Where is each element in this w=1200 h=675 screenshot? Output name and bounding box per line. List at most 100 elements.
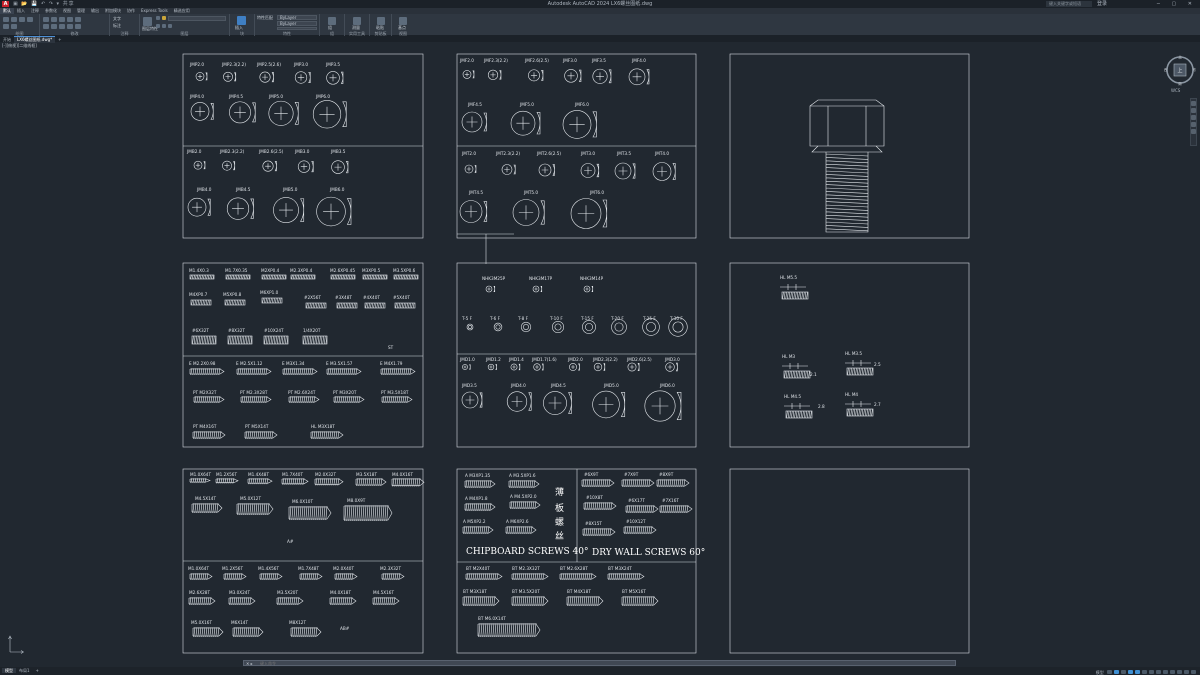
drawing-label: BT M3.5X20T bbox=[512, 589, 540, 594]
rectangle-icon[interactable] bbox=[3, 24, 9, 29]
otrack-icon[interactable] bbox=[1142, 670, 1147, 674]
arc-icon[interactable] bbox=[27, 17, 33, 22]
viewcube-icon[interactable]: 上 北 南 东 西 bbox=[1164, 54, 1196, 86]
lightbulb-icon[interactable] bbox=[156, 16, 160, 20]
erase-icon[interactable] bbox=[75, 17, 81, 22]
phillips-recess bbox=[667, 364, 673, 370]
rotate-icon[interactable] bbox=[51, 17, 57, 22]
drawing-label: BT M4X18T bbox=[567, 589, 591, 594]
hatch-icon[interactable] bbox=[11, 24, 17, 29]
transparency-icon[interactable] bbox=[1156, 670, 1161, 674]
pan-icon[interactable] bbox=[1191, 101, 1196, 106]
layer-tool-icon[interactable] bbox=[156, 24, 160, 28]
screw-profile bbox=[311, 161, 314, 173]
drawing-label: M2.3X32T bbox=[380, 566, 401, 571]
drawing-label: PT M2.6X24T bbox=[288, 390, 316, 395]
thread-lines bbox=[228, 335, 253, 345]
text-button[interactable]: 文字 bbox=[113, 16, 121, 21]
thread-lines bbox=[365, 302, 385, 309]
search-input[interactable]: 键入关键字或短语 bbox=[1046, 1, 1092, 7]
screw-profile bbox=[493, 286, 496, 292]
layer-tool-icon[interactable] bbox=[168, 24, 172, 28]
model-space-label[interactable]: 模型 bbox=[1096, 671, 1104, 675]
phillips-recess bbox=[541, 166, 549, 174]
screw-profile bbox=[620, 392, 626, 417]
paste-icon[interactable] bbox=[377, 17, 385, 25]
drawing-label: JMF2.6(2.5) bbox=[524, 58, 549, 63]
showmotion-icon[interactable] bbox=[1191, 122, 1196, 127]
tapping-thread bbox=[478, 622, 537, 638]
layer-tool-icon[interactable] bbox=[162, 24, 166, 28]
osnap-icon[interactable] bbox=[1135, 670, 1140, 674]
layer-dropdown[interactable] bbox=[168, 16, 226, 21]
measure-label: 测量 bbox=[352, 25, 360, 30]
dimension-button[interactable]: 标注 bbox=[113, 23, 121, 28]
layer-properties-icon[interactable] bbox=[143, 17, 152, 26]
panel-layers: 图层特性 图层 bbox=[140, 14, 230, 36]
drawing-label: A M4.5XP2.0 bbox=[510, 494, 537, 499]
array-icon[interactable] bbox=[67, 24, 73, 29]
linetype-dropdown[interactable]: ByLayer bbox=[277, 21, 317, 26]
snap-icon[interactable] bbox=[1114, 670, 1119, 674]
sign-in-button[interactable]: 登录 bbox=[1097, 0, 1107, 8]
command-close-icon[interactable]: ✕ ▸ bbox=[246, 661, 253, 666]
thread-lines bbox=[262, 297, 282, 304]
zoom-icon[interactable] bbox=[1191, 108, 1196, 113]
screw-profile bbox=[472, 70, 475, 79]
drawing-label: E M4X1.79 bbox=[380, 361, 403, 366]
drawing-label: M1.4X56T bbox=[258, 566, 279, 571]
selection-cycle-icon[interactable] bbox=[1163, 670, 1168, 674]
window-controls[interactable]: ─ ▢ ✕ bbox=[1157, 0, 1197, 8]
screw-profile bbox=[568, 392, 572, 414]
trim-icon[interactable] bbox=[59, 17, 65, 22]
measure-icon[interactable] bbox=[353, 17, 361, 25]
phillips-recess bbox=[535, 365, 539, 369]
drawing-label: A M4XP1.8 bbox=[465, 496, 488, 501]
group-icon[interactable] bbox=[328, 17, 336, 25]
annotation-scale-icon[interactable] bbox=[1170, 670, 1175, 674]
add-layout-button[interactable]: + bbox=[33, 668, 42, 673]
move-icon[interactable] bbox=[43, 17, 49, 22]
drawing-label: M3XP0.5 bbox=[362, 268, 381, 273]
drawing-canvas[interactable]: JMP2.0 JMP2.3(2.2) JMP2.5(2.6) JMP3.0 JMP3.5… bbox=[0, 42, 1200, 660]
layout-tab-model[interactable]: 模型 bbox=[2, 668, 16, 673]
isolate-icon[interactable] bbox=[1184, 670, 1189, 674]
color-dropdown[interactable]: ByLayer bbox=[277, 15, 317, 20]
drawing-label: E M2.5X1.12 bbox=[236, 361, 263, 366]
circle-icon[interactable] bbox=[19, 17, 25, 22]
layout-tab-1[interactable]: 布局1 bbox=[16, 668, 33, 673]
viewport-controls[interactable]: [-][俯视][二维线框] bbox=[2, 43, 37, 49]
command-input[interactable] bbox=[260, 661, 950, 666]
drawing-label: JMB2.0 bbox=[186, 149, 202, 154]
polyline-icon[interactable] bbox=[11, 17, 17, 22]
customize-icon[interactable] bbox=[1191, 670, 1196, 674]
ortho-icon[interactable] bbox=[1121, 670, 1126, 674]
fillet-icon[interactable] bbox=[51, 24, 57, 29]
tapping-thread bbox=[463, 595, 496, 607]
drawing-label: JMP3.0 bbox=[293, 62, 308, 67]
sun-icon[interactable] bbox=[162, 16, 166, 20]
lineweight-dropdown[interactable] bbox=[277, 27, 317, 30]
copy-icon[interactable] bbox=[67, 17, 73, 22]
drawing-label: JMF3.5 bbox=[591, 58, 606, 63]
scale-icon[interactable] bbox=[59, 24, 65, 29]
lineweight-icon[interactable] bbox=[1149, 670, 1154, 674]
match-properties-button[interactable]: 特性匹配 bbox=[257, 15, 273, 20]
line-icon[interactable] bbox=[3, 17, 9, 22]
drawing-label: M2XP0.4 bbox=[261, 268, 280, 273]
mirror-icon[interactable] bbox=[43, 24, 49, 29]
orbit-icon[interactable] bbox=[1191, 115, 1196, 120]
base-view-icon[interactable] bbox=[399, 17, 407, 25]
steering-wheel-icon[interactable] bbox=[1191, 129, 1196, 134]
polar-icon[interactable] bbox=[1128, 670, 1133, 674]
insert-block-icon[interactable] bbox=[237, 16, 246, 25]
explode-icon[interactable] bbox=[75, 24, 81, 29]
torx-head bbox=[551, 320, 564, 333]
workspace-icon[interactable] bbox=[1177, 670, 1182, 674]
grid-icon[interactable] bbox=[1107, 670, 1112, 674]
drawing-label: JMD2.0 bbox=[567, 357, 583, 362]
phillips-recess bbox=[571, 365, 575, 369]
phillips-recess bbox=[518, 205, 534, 220]
wcs-menu[interactable]: WCS bbox=[1171, 88, 1180, 93]
drawing-label: M1.2X56T bbox=[222, 566, 243, 571]
